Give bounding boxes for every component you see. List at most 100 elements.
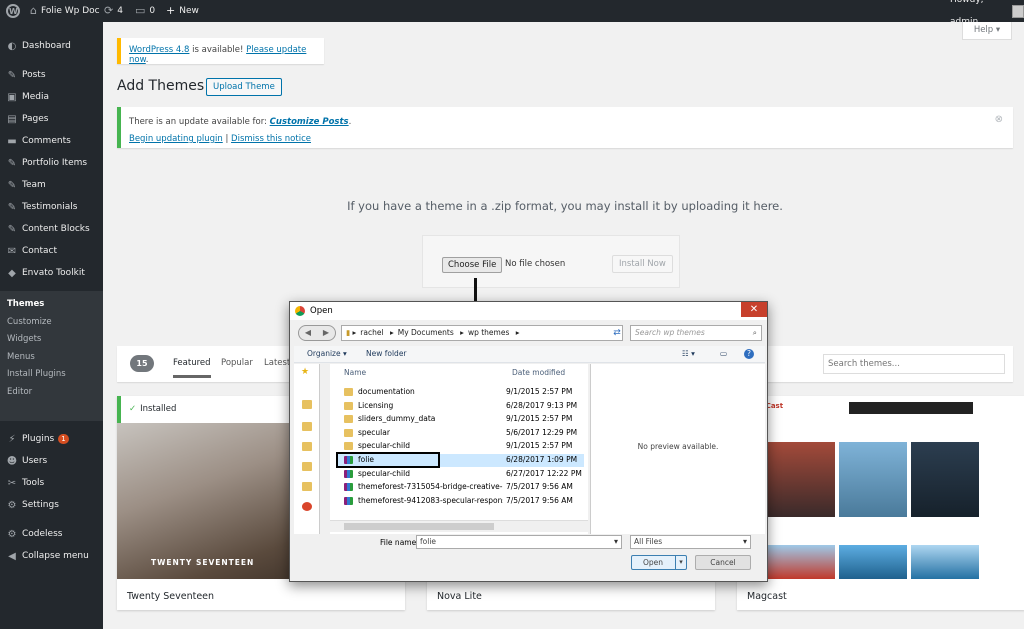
submenu-item-menus[interactable]: Menus	[7, 352, 35, 362]
refresh-icon[interactable]: ⇄	[610, 325, 624, 341]
folder-icon[interactable]	[302, 422, 312, 431]
file-row[interactable]: sliders_dummy_data 9/1/2015 2:57 PM	[338, 413, 584, 426]
sidebar-item-posts[interactable]: ✎ Posts	[0, 64, 103, 86]
sidebar-item-settings[interactable]: ⚙ Settings	[0, 494, 103, 516]
wordpress-logo-icon[interactable]	[6, 0, 20, 23]
file-name: specular-child	[358, 441, 410, 451]
file-row[interactable]: themeforest-7315054-bridge-creative-m...…	[338, 481, 584, 494]
install-now-button[interactable]: Install Now	[612, 255, 673, 273]
wordpress-version-link[interactable]: WordPress 4.8	[129, 45, 189, 55]
upload-theme-button[interactable]: Upload Theme	[206, 78, 282, 96]
core-update-notice: WordPress 4.8 is available! Please updat…	[117, 38, 324, 65]
folder-icon[interactable]	[302, 400, 312, 409]
cancel-button[interactable]: Cancel	[695, 555, 751, 570]
view-options-icon[interactable]: ☷ ▾	[682, 349, 695, 358]
new-content-link[interactable]: + New	[166, 0, 199, 22]
sidebar-item-envato-toolkit[interactable]: ◆ Envato Toolkit	[0, 262, 103, 284]
sidebar-item-dashboard[interactable]: ◐ Dashboard	[0, 35, 103, 57]
comment-icon: ▭	[135, 4, 146, 17]
open-dropdown-icon[interactable]: ▾	[675, 556, 686, 569]
updates-link[interactable]: ⟳ 4	[104, 0, 123, 22]
sidebar-item-team[interactable]: ✎ Team	[0, 174, 103, 196]
submenu-item-themes[interactable]: Themes	[7, 299, 44, 309]
breadcrumb-segment[interactable]: wp themes	[468, 328, 509, 337]
scrollbar-thumb[interactable]	[344, 523, 494, 530]
file-date: 7/5/2017 9:56 AM	[506, 495, 573, 505]
help-icon[interactable]: ?	[744, 349, 754, 359]
submenu-item-editor[interactable]: Editor	[7, 387, 32, 397]
file-name: themeforest-9412083-specular-responsiv..…	[358, 495, 503, 505]
organize-menu[interactable]: Organize ▾	[307, 349, 347, 358]
mail-icon: ✉	[7, 245, 17, 257]
sidebar-item-plugins[interactable]: ⚡ Plugins 1	[0, 428, 103, 450]
sidebar-item-content-blocks[interactable]: ✎ Content Blocks	[0, 218, 103, 240]
file-row[interactable]: themeforest-9412083-specular-responsiv..…	[338, 495, 584, 508]
comments-link[interactable]: ▭ 0	[135, 0, 155, 22]
choose-file-button[interactable]: Choose File	[442, 257, 503, 273]
file-row[interactable]: Licensing 6/28/2017 9:13 PM	[338, 400, 584, 413]
collapse-icon: ◀	[8, 550, 16, 562]
breadcrumb-segment[interactable]: rachel	[360, 328, 383, 337]
back-icon[interactable]: ◀	[299, 326, 317, 340]
magnifier-icon: ⌕	[752, 328, 757, 337]
sidebar-item-comments[interactable]: ▬ Comments	[0, 130, 103, 152]
close-icon[interactable]: ✕	[741, 302, 767, 317]
sidebar-item-label: Pages	[22, 114, 49, 124]
file-list: Name Date modified documentation 9/1/2015…	[330, 364, 588, 534]
home-icon: ⌂	[30, 4, 37, 17]
breadcrumb-segment[interactable]: My Documents	[398, 328, 454, 337]
tab-popular[interactable]: Popular	[221, 358, 253, 368]
forward-icon[interactable]: ▶	[317, 326, 335, 340]
archive-icon	[344, 483, 353, 492]
theme-card-magcast[interactable]: MagCast Magcast	[737, 396, 1024, 610]
filetype-select[interactable]: All Files	[630, 535, 751, 549]
folder-icon[interactable]	[302, 442, 312, 451]
folder-icon	[344, 442, 353, 451]
horizontal-scrollbar[interactable]	[330, 520, 588, 532]
column-name[interactable]: Name	[344, 368, 366, 377]
begin-updating-link[interactable]: Begin updating plugin	[129, 134, 223, 144]
site-name-link[interactable]: ⌂ Folie Wp Doc	[30, 0, 100, 22]
tab-latest[interactable]: Latest	[264, 358, 290, 368]
sidebar-item-portfolio-items[interactable]: ✎ Portfolio Items	[0, 152, 103, 174]
new-folder-button[interactable]: New folder	[366, 349, 407, 358]
my-account-link[interactable]: Howdy, admin	[950, 0, 1024, 27]
dialog-search-input[interactable]: Search wp themes ⌕	[630, 325, 762, 341]
file-row[interactable]: specular 5/6/2017 12:29 PM	[338, 427, 584, 440]
favorites-star-icon[interactable]: ★	[301, 367, 309, 377]
submenu-item-install-plugins[interactable]: Install Plugins	[7, 369, 66, 379]
gear-icon: ⚙	[7, 528, 17, 540]
sidebar-item-codeless[interactable]: ⚙ Codeless	[0, 523, 103, 545]
folder-icon	[344, 428, 353, 437]
chrome-icon[interactable]	[302, 502, 312, 511]
dismiss-notice-link[interactable]: Dismiss this notice	[231, 134, 311, 144]
folder-icon[interactable]	[302, 482, 312, 491]
submenu-item-widgets[interactable]: Widgets	[7, 334, 41, 344]
sidebar-item-contact[interactable]: ✉ Contact	[0, 240, 103, 262]
plugin-link[interactable]: Customize Posts	[270, 117, 349, 127]
help-tab[interactable]: Help ▾	[962, 22, 1012, 40]
folder-icon[interactable]	[302, 462, 312, 471]
sidebar-item-pages[interactable]: ▤ Pages	[0, 108, 103, 130]
navigation-pane[interactable]: ★	[294, 364, 320, 534]
sidebar-item-collapse-menu[interactable]: ◀ Collapse menu	[0, 545, 103, 567]
sidebar-item-testimonials[interactable]: ✎ Testimonials	[0, 196, 103, 218]
preview-pane-icon[interactable]: ▭	[720, 349, 727, 358]
plugin-icon: ⚡	[8, 433, 16, 445]
file-row[interactable]: specular-child 6/27/2017 12:22 PM	[338, 468, 584, 481]
search-themes-input[interactable]	[823, 354, 1005, 374]
sidebar-item-users[interactable]: ☻ Users	[0, 450, 103, 472]
filename-input[interactable]: folie	[416, 535, 622, 549]
sidebar-item-label: Codeless	[22, 529, 63, 539]
sidebar-item-tools[interactable]: ✂ Tools	[0, 472, 103, 494]
submenu-item-customize[interactable]: Customize	[7, 317, 52, 327]
dismiss-icon[interactable]: ⊗	[995, 111, 1003, 128]
sidebar-item-media[interactable]: ▣ Media	[0, 86, 103, 108]
tab-featured[interactable]: Featured	[173, 358, 211, 378]
address-bar[interactable]: ▮ ▸ rachel ▸ My Documents ▸ wp themes ▸	[341, 325, 623, 341]
theme-count-badge: 15	[130, 355, 154, 372]
column-date-modified[interactable]: Date modified	[512, 368, 565, 377]
file-row[interactable]: documentation 9/1/2015 2:57 PM	[338, 386, 584, 399]
file-date: 7/5/2017 9:56 AM	[506, 482, 573, 492]
pin-icon: ✎	[7, 179, 17, 191]
